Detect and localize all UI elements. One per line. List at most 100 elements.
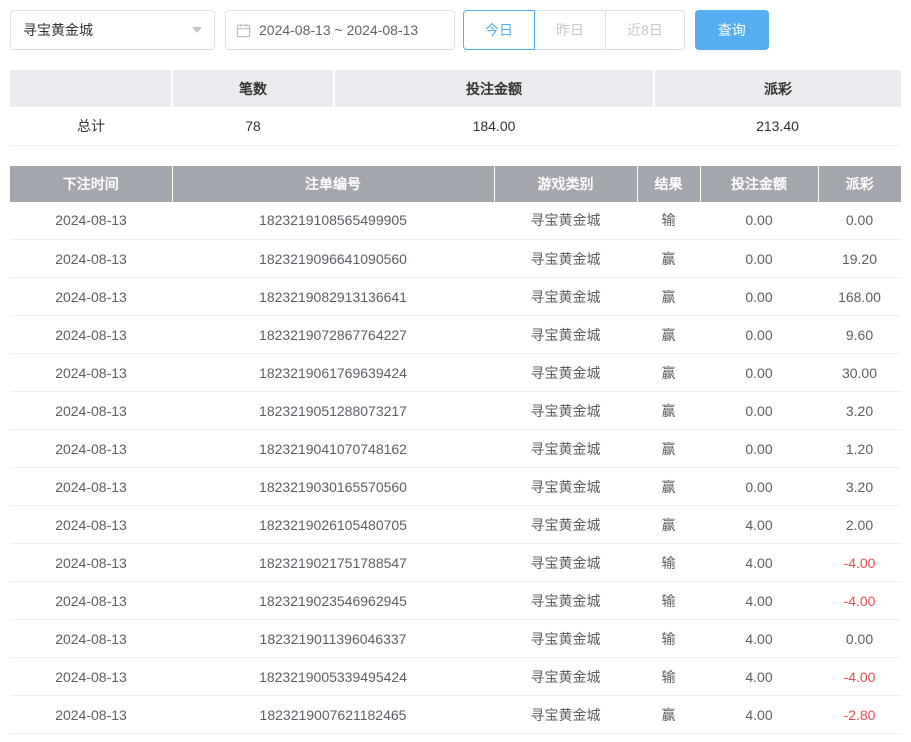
cell-game-type: 寻宝黄金城 [494, 696, 637, 734]
table-row: 2024-08-131823219021751788547寻宝黄金城输4.00-… [10, 544, 901, 582]
table-row: 2024-08-131823219030165570560寻宝黄金城赢0.003… [10, 468, 901, 506]
summary-total-label: 总计 [10, 107, 172, 145]
cell-bet-amount: 0.00 [700, 240, 818, 278]
cell-order-no: 1823219030165570560 [172, 468, 494, 506]
table-row: 2024-08-131823219061769639424寻宝黄金城赢0.003… [10, 354, 901, 392]
summary-header-payout: 派彩 [654, 70, 901, 107]
cell-result: 赢 [637, 506, 700, 544]
cell-game-type: 寻宝黄金城 [494, 316, 637, 354]
cell-bet-time: 2024-08-13 [10, 316, 172, 354]
records-table-body: 2024-08-131823219108565499905寻宝黄金城输0.000… [10, 202, 901, 734]
date-range-input[interactable]: 2024-08-13 ~ 2024-08-13 [225, 10, 455, 50]
cell-bet-amount: 4.00 [700, 544, 818, 582]
cell-result: 赢 [637, 430, 700, 468]
cell-result: 赢 [637, 354, 700, 392]
cell-order-no: 1823219005339495424 [172, 658, 494, 696]
records-header-row: 下注时间 注单编号 游戏类别 结果 投注金额 派彩 [10, 166, 901, 202]
cell-payout: 168.00 [818, 278, 901, 316]
cell-game-type: 寻宝黄金城 [494, 430, 637, 468]
cell-bet-time: 2024-08-13 [10, 582, 172, 620]
summary-total-payout: 213.40 [654, 107, 901, 145]
table-row: 2024-08-131823219011396046337寻宝黄金城输4.000… [10, 620, 901, 658]
cell-result: 输 [637, 544, 700, 582]
cell-game-type: 寻宝黄金城 [494, 354, 637, 392]
table-row: 2024-08-131823219108565499905寻宝黄金城输0.000… [10, 202, 901, 240]
cell-bet-time: 2024-08-13 [10, 620, 172, 658]
cell-order-no: 1823219082913136641 [172, 278, 494, 316]
calendar-icon [236, 23, 251, 38]
cell-bet-amount: 0.00 [700, 430, 818, 468]
cell-payout: -4.00 [818, 582, 901, 620]
quick-range-button-group: 今日 昨日 近8日 [463, 10, 685, 50]
cell-bet-amount: 0.00 [700, 354, 818, 392]
header-order-no: 注单编号 [172, 166, 494, 202]
query-button[interactable]: 查询 [695, 10, 769, 50]
game-select[interactable]: 寻宝黄金城 [10, 10, 215, 50]
records-table: 下注时间 注单编号 游戏类别 结果 投注金额 派彩 2024-08-131823… [10, 166, 901, 735]
cell-game-type: 寻宝黄金城 [494, 506, 637, 544]
cell-payout: -4.00 [818, 658, 901, 696]
yesterday-button[interactable]: 昨日 [534, 10, 606, 50]
summary-total-bet-amount: 184.00 [334, 107, 654, 145]
cell-order-no: 1823219026105480705 [172, 506, 494, 544]
cell-bet-time: 2024-08-13 [10, 354, 172, 392]
cell-order-no: 1823219108565499905 [172, 202, 494, 240]
cell-order-no: 1823219051288073217 [172, 392, 494, 430]
cell-bet-amount: 4.00 [700, 696, 818, 734]
cell-payout: 3.20 [818, 468, 901, 506]
summary-header-empty [10, 70, 172, 107]
cell-game-type: 寻宝黄金城 [494, 392, 637, 430]
cell-game-type: 寻宝黄金城 [494, 278, 637, 316]
cell-game-type: 寻宝黄金城 [494, 240, 637, 278]
cell-bet-time: 2024-08-13 [10, 658, 172, 696]
cell-result: 赢 [637, 316, 700, 354]
cell-game-type: 寻宝黄金城 [494, 468, 637, 506]
cell-result: 赢 [637, 240, 700, 278]
game-select-value: 寻宝黄金城 [23, 20, 93, 40]
cell-result: 输 [637, 620, 700, 658]
summary-total-count: 78 [172, 107, 334, 145]
last-8-days-button[interactable]: 近8日 [605, 10, 685, 50]
cell-payout: -2.80 [818, 696, 901, 734]
cell-bet-time: 2024-08-13 [10, 392, 172, 430]
cell-bet-time: 2024-08-13 [10, 696, 172, 734]
cell-payout: 19.20 [818, 240, 901, 278]
summary-table: 笔数 投注金额 派彩 总计 78 184.00 213.40 [10, 70, 901, 146]
cell-result: 输 [637, 582, 700, 620]
cell-result: 赢 [637, 392, 700, 430]
cell-bet-time: 2024-08-13 [10, 202, 172, 240]
cell-order-no: 1823219072867764227 [172, 316, 494, 354]
cell-bet-time: 2024-08-13 [10, 468, 172, 506]
cell-bet-time: 2024-08-13 [10, 278, 172, 316]
cell-bet-time: 2024-08-13 [10, 240, 172, 278]
cell-bet-amount: 0.00 [700, 316, 818, 354]
cell-order-no: 1823219096641090560 [172, 240, 494, 278]
date-range-value: 2024-08-13 ~ 2024-08-13 [259, 22, 418, 38]
cell-result: 赢 [637, 278, 700, 316]
cell-payout: 30.00 [818, 354, 901, 392]
table-row: 2024-08-131823219007621182465寻宝黄金城赢4.00-… [10, 696, 901, 734]
cell-game-type: 寻宝黄金城 [494, 620, 637, 658]
table-row: 2024-08-131823219096641090560寻宝黄金城赢0.001… [10, 240, 901, 278]
table-row: 2024-08-131823219023546962945寻宝黄金城输4.00-… [10, 582, 901, 620]
summary-total-row: 总计 78 184.00 213.40 [10, 107, 901, 145]
cell-game-type: 寻宝黄金城 [494, 658, 637, 696]
header-bet-time: 下注时间 [10, 166, 172, 202]
header-payout: 派彩 [818, 166, 901, 202]
cell-bet-amount: 0.00 [700, 278, 818, 316]
cell-order-no: 1823219041070748162 [172, 430, 494, 468]
cell-bet-amount: 4.00 [700, 658, 818, 696]
cell-bet-amount: 0.00 [700, 468, 818, 506]
cell-order-no: 1823219061769639424 [172, 354, 494, 392]
summary-header-count: 笔数 [172, 70, 334, 107]
header-game-type: 游戏类别 [494, 166, 637, 202]
chevron-down-icon [192, 27, 202, 33]
summary-header-bet-amount: 投注金额 [334, 70, 654, 107]
cell-bet-amount: 4.00 [700, 582, 818, 620]
header-bet-amount: 投注金额 [700, 166, 818, 202]
table-row: 2024-08-131823219005339495424寻宝黄金城输4.00-… [10, 658, 901, 696]
today-button[interactable]: 今日 [463, 10, 535, 50]
betting-records-page: 寻宝黄金城 2024-08-13 ~ 2024-08-13 今日 昨日 近8日 … [0, 0, 911, 742]
cell-game-type: 寻宝黄金城 [494, 544, 637, 582]
cell-order-no: 1823219007621182465 [172, 696, 494, 734]
